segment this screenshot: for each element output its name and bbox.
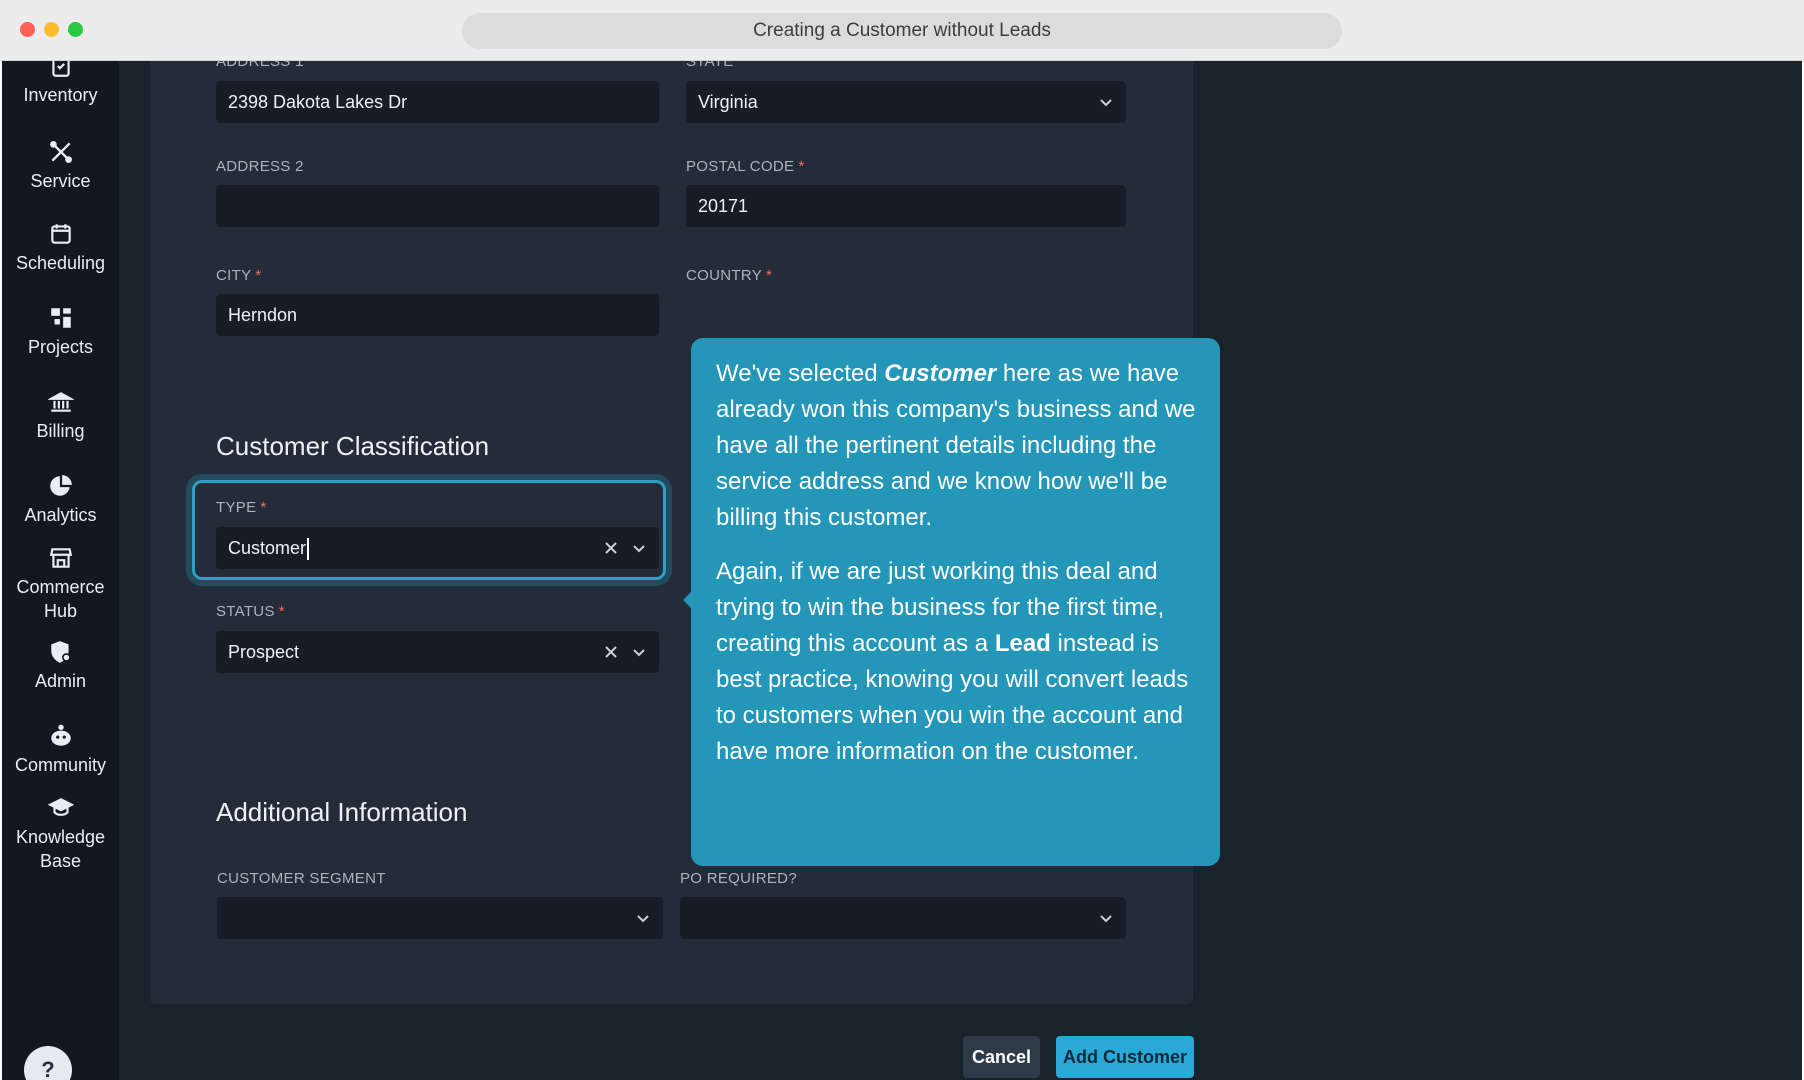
projects-icon bbox=[48, 305, 74, 331]
po-required-label: PO REQUIRED? bbox=[680, 870, 797, 887]
chevron-down-icon[interactable] bbox=[631, 527, 647, 569]
sidebar-item-label: Analytics bbox=[24, 505, 97, 525]
calendar-icon bbox=[48, 221, 74, 247]
bank-icon bbox=[46, 389, 75, 415]
tooltip-paragraph-1: We've selected Customer here as we have … bbox=[716, 360, 1196, 531]
sidebar-item-admin[interactable]: Admin bbox=[2, 639, 119, 693]
address1-field[interactable]: 2398 Dakota Lakes Dr bbox=[216, 81, 659, 123]
admin-shield-icon bbox=[48, 639, 74, 665]
chevron-down-icon[interactable] bbox=[635, 897, 651, 939]
guide-tooltip: We've selected Customer here as we have … bbox=[691, 338, 1220, 866]
sidebar-item-label: Community bbox=[14, 755, 107, 775]
sidebar-item-scheduling[interactable]: Scheduling bbox=[2, 221, 119, 275]
additional-section-title: Additional Information bbox=[216, 797, 468, 827]
city-label: CITY * bbox=[216, 267, 262, 284]
sidebar-item-label: Commerce Hub bbox=[16, 577, 105, 621]
text-caret bbox=[307, 538, 310, 561]
sidebar-item-label: Service bbox=[30, 171, 91, 191]
sidebar-item-commerce-hub[interactable]: Commerce Hub bbox=[2, 545, 119, 623]
sidebar-item-billing[interactable]: Billing bbox=[2, 389, 119, 443]
sidebar-item-label: Admin bbox=[34, 671, 87, 691]
sidebar-item-label: Billing bbox=[36, 421, 85, 441]
community-icon bbox=[48, 723, 74, 749]
classification-section-title: Customer Classification bbox=[216, 431, 490, 461]
city-field[interactable]: Herndon bbox=[216, 294, 659, 336]
storefront-icon bbox=[48, 545, 74, 571]
address2-label: ADDRESS 2 bbox=[216, 158, 304, 175]
customer-segment-select[interactable] bbox=[217, 897, 663, 939]
address1-label: ADDRESS 1 * bbox=[216, 61, 314, 70]
country-label: COUNTRY * bbox=[686, 267, 773, 284]
title-bar: Creating a Customer without Leads bbox=[0, 0, 1804, 61]
sidebar-item-label: Inventory bbox=[23, 85, 98, 105]
sidebar-item-service[interactable]: Service bbox=[2, 139, 119, 193]
sidebar-item-label: Scheduling bbox=[15, 253, 106, 273]
app-content: Inventory Service Scheduling Projects Bi… bbox=[2, 61, 1802, 1080]
chevron-down-icon[interactable] bbox=[1098, 81, 1114, 123]
sidebar: Inventory Service Scheduling Projects Bi… bbox=[2, 61, 119, 1080]
app-window: Creating a Customer without Leads Invent… bbox=[0, 0, 1804, 1080]
inventory-icon bbox=[48, 61, 74, 79]
state-select[interactable]: Virginia bbox=[686, 81, 1126, 123]
tooltip-paragraph-2: Again, if we are just working this deal … bbox=[716, 558, 1189, 765]
type-label: TYPE * bbox=[216, 499, 267, 516]
state-value: Virginia bbox=[698, 92, 758, 112]
po-required-select[interactable] bbox=[680, 897, 1126, 939]
clear-icon[interactable] bbox=[603, 631, 619, 673]
window-title: Creating a Customer without Leads bbox=[462, 13, 1342, 49]
graduation-cap-icon bbox=[47, 795, 74, 821]
address2-field[interactable] bbox=[216, 185, 659, 227]
sidebar-item-label: Projects bbox=[27, 337, 94, 357]
tools-icon bbox=[48, 139, 74, 165]
sidebar-item-inventory[interactable]: Inventory bbox=[2, 61, 119, 107]
sidebar-item-label: Knowledge Base bbox=[15, 827, 106, 871]
sidebar-item-projects[interactable]: Projects bbox=[2, 305, 119, 359]
status-value: Prospect bbox=[228, 642, 300, 662]
type-value: Customer bbox=[228, 538, 307, 558]
maximize-window-button[interactable] bbox=[68, 22, 83, 37]
chevron-down-icon[interactable] bbox=[1098, 897, 1114, 939]
chevron-down-icon[interactable] bbox=[631, 631, 647, 673]
close-window-button[interactable] bbox=[20, 22, 35, 37]
add-customer-button[interactable]: Add Customer bbox=[1056, 1036, 1194, 1078]
pie-chart-icon bbox=[48, 473, 74, 499]
status-label: STATUS * bbox=[216, 603, 285, 620]
minimize-window-button[interactable] bbox=[44, 22, 59, 37]
cancel-button[interactable]: Cancel bbox=[963, 1036, 1040, 1078]
state-label: STATE * bbox=[686, 61, 744, 70]
clear-icon[interactable] bbox=[603, 527, 619, 569]
sidebar-item-knowledge-base[interactable]: Knowledge Base bbox=[2, 795, 119, 873]
postal-code-label: POSTAL CODE * bbox=[686, 158, 805, 175]
sidebar-item-community[interactable]: Community bbox=[2, 723, 119, 777]
customer-segment-label: CUSTOMER SEGMENT bbox=[217, 870, 386, 887]
help-button[interactable]: ? bbox=[24, 1046, 72, 1080]
postal-code-field[interactable]: 20171 bbox=[686, 185, 1126, 227]
type-select[interactable]: Customer bbox=[216, 527, 659, 569]
sidebar-item-analytics[interactable]: Analytics bbox=[2, 473, 119, 527]
status-select[interactable]: Prospect bbox=[216, 631, 659, 673]
